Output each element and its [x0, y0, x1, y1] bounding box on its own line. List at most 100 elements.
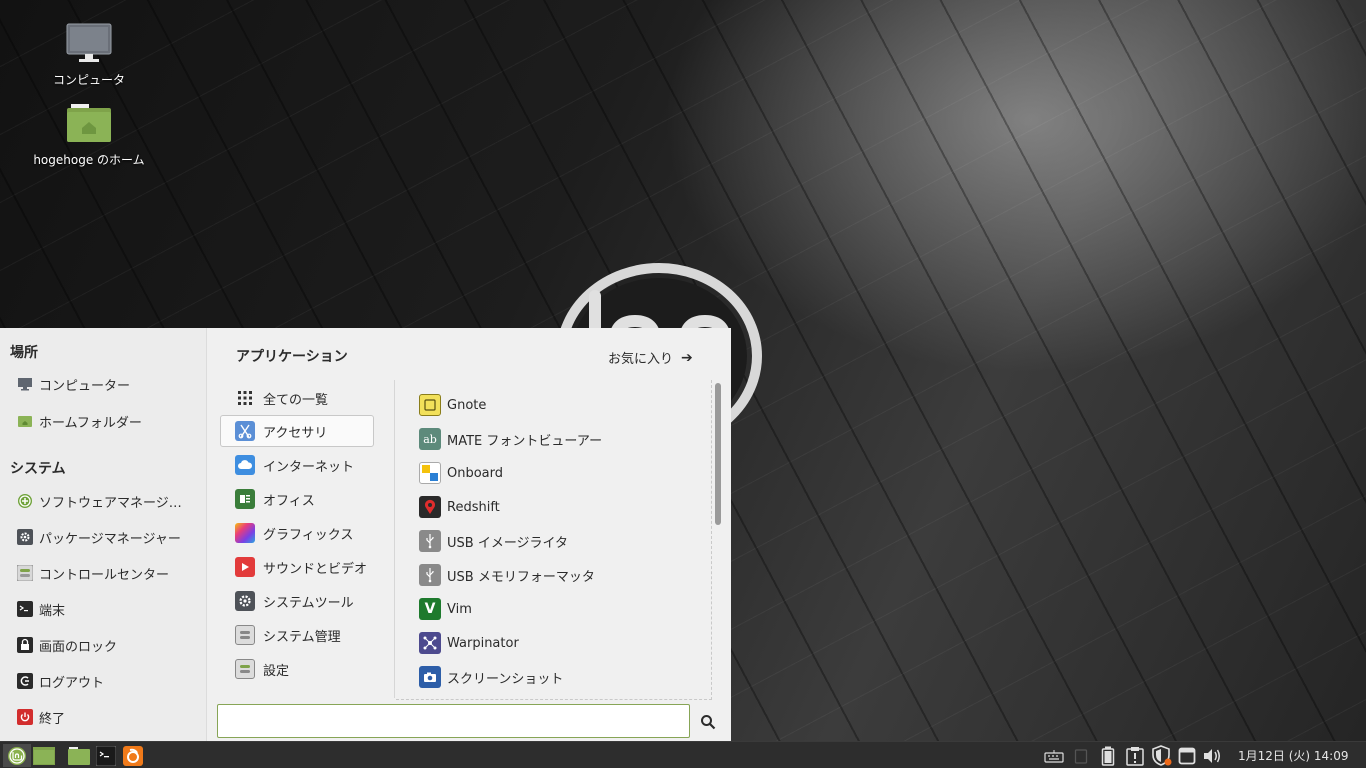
system-item-label: 端末 [39, 603, 66, 619]
category-system-tools[interactable]: システムツール [220, 585, 374, 617]
category-sound-video[interactable]: サウンドとビデオ [220, 551, 374, 583]
app-label: スクリーンショット [447, 671, 564, 687]
app-usb-image-writer[interactable]: USB イメージライタ [419, 527, 568, 555]
category-label: インターネット [263, 459, 355, 475]
home-folder-icon [24, 102, 154, 147]
control-center-icon [17, 565, 33, 581]
app-label: Vim [447, 601, 472, 617]
system-item-lock-screen[interactable]: 画面のロック [17, 634, 117, 656]
app-label: Warpinator [447, 635, 519, 651]
application-list: Gnote ab MATE フォントビューアー Onboard Redshift… [396, 380, 712, 700]
terminal-icon [17, 601, 33, 617]
places-item-home[interactable]: ホームフォルダー [17, 410, 142, 432]
app-label: USB イメージライタ [447, 535, 569, 551]
firefox-icon[interactable] [122, 744, 144, 767]
start-menu: 場所 コンピューター ホームフォルダー システム ソフトウェアマネージ… パッケ… [0, 328, 731, 741]
system-item-label: コントロールセンター [39, 567, 170, 583]
favorites-button[interactable]: お気に入り ➔ [608, 348, 693, 368]
app-warpinator[interactable]: Warpinator [419, 629, 519, 657]
system-heading: システム [10, 461, 66, 477]
category-accessories[interactable]: アクセサリ [220, 415, 374, 447]
gear-icon [235, 591, 255, 611]
update-icon[interactable] [1124, 744, 1146, 767]
bottom-panel: 1月12日 (火) 14:09 [0, 741, 1366, 768]
clipboard-icon[interactable] [1072, 744, 1090, 767]
lock-icon [17, 637, 33, 653]
desktop-icon-home[interactable]: hogehoge のホーム [24, 102, 154, 168]
power-icon [17, 709, 33, 725]
places-item-label: ホームフォルダー [39, 415, 142, 431]
monitor-icon [24, 22, 154, 67]
app-label: Gnote [447, 397, 487, 413]
system-item-logout[interactable]: ログアウト [17, 670, 104, 692]
app-usb-stick-formatter[interactable]: USB メモリフォーマッタ [419, 561, 595, 589]
keyboard-icon [419, 462, 441, 484]
redshift-icon [419, 496, 441, 518]
system-item-label: 終了 [39, 711, 66, 727]
app-label: USB メモリフォーマッタ [447, 569, 595, 585]
gear-icon [17, 529, 33, 545]
system-item-label: ログアウト [39, 675, 105, 691]
category-internet[interactable]: インターネット [220, 449, 374, 481]
system-item-package-manager[interactable]: パッケージマネージャー [17, 526, 181, 548]
app-onboard[interactable]: Onboard [419, 459, 503, 487]
home-folder-icon [17, 413, 33, 429]
window-icon[interactable] [1177, 744, 1197, 767]
system-item-terminal[interactable]: 端末 [17, 598, 65, 620]
file-manager-icon[interactable] [68, 744, 90, 767]
app-gnote[interactable]: Gnote [419, 391, 486, 419]
grid-icon [235, 388, 255, 408]
system-item-shutdown[interactable]: 終了 [17, 706, 65, 728]
play-icon [235, 557, 255, 577]
keyboard-icon[interactable] [1043, 744, 1065, 767]
cloud-icon [235, 455, 255, 475]
places-heading: 場所 [10, 345, 38, 361]
category-label: アクセサリ [263, 425, 328, 441]
category-label: オフィス [263, 493, 315, 509]
search-input[interactable] [217, 704, 690, 738]
category-preferences[interactable]: 設定 [220, 653, 374, 685]
shield-icon[interactable] [1150, 744, 1174, 767]
clock[interactable]: 1月12日 (火) 14:09 [1238, 747, 1348, 764]
toggle-icon [235, 625, 255, 645]
warpinator-icon [419, 632, 441, 654]
terminal-icon[interactable] [95, 744, 117, 767]
search-icon[interactable] [698, 712, 718, 732]
favorites-label: お気に入り [608, 352, 674, 367]
category-office[interactable]: オフィス [220, 483, 374, 515]
app-font-viewer[interactable]: ab MATE フォントビューアー [419, 425, 602, 453]
volume-icon[interactable] [1201, 744, 1223, 767]
system-item-label: 画面のロック [39, 639, 118, 655]
app-list-scrollbar[interactable] [715, 383, 721, 525]
battery-icon[interactable] [1098, 744, 1118, 767]
category-all[interactable]: 全ての一覧 [220, 382, 374, 414]
applications-heading: アプリケーション [236, 349, 348, 365]
app-label: MATE フォントビューアー [447, 433, 603, 449]
logout-icon [17, 673, 33, 689]
vim-icon: V [419, 598, 441, 620]
app-screenshot[interactable]: スクリーンショット [419, 663, 563, 691]
show-desktop-icon[interactable] [33, 744, 55, 767]
places-column: 場所 コンピューター ホームフォルダー システム ソフトウェアマネージ… パッケ… [0, 328, 207, 741]
desktop-icon-computer[interactable]: コンピュータ [24, 22, 154, 88]
category-label: システム管理 [263, 629, 341, 645]
system-item-software-manager[interactable]: ソフトウェアマネージ… [17, 490, 182, 512]
office-icon [235, 489, 255, 509]
app-redshift[interactable]: Redshift [419, 493, 500, 521]
usb-icon [419, 530, 441, 552]
desktop-icon-label: コンピュータ [52, 73, 125, 87]
category-list: 全ての一覧 アクセサリ インターネット オフィス グラフィックス サウンドとビデ… [219, 380, 395, 698]
monitor-icon [17, 376, 33, 392]
category-label: グラフィックス [263, 527, 354, 543]
mint-menu-icon[interactable] [3, 744, 31, 767]
app-vim[interactable]: V Vim [419, 595, 472, 623]
font-icon: ab [419, 428, 441, 450]
category-label: システムツール [263, 595, 354, 611]
camera-icon [419, 666, 441, 688]
system-item-control-center[interactable]: コントロールセンター [17, 562, 169, 584]
category-graphics[interactable]: グラフィックス [220, 517, 374, 549]
usb-icon [419, 564, 441, 586]
places-item-computer[interactable]: コンピューター [17, 373, 130, 395]
category-administration[interactable]: システム管理 [220, 619, 374, 651]
category-label: サウンドとビデオ [263, 561, 368, 577]
